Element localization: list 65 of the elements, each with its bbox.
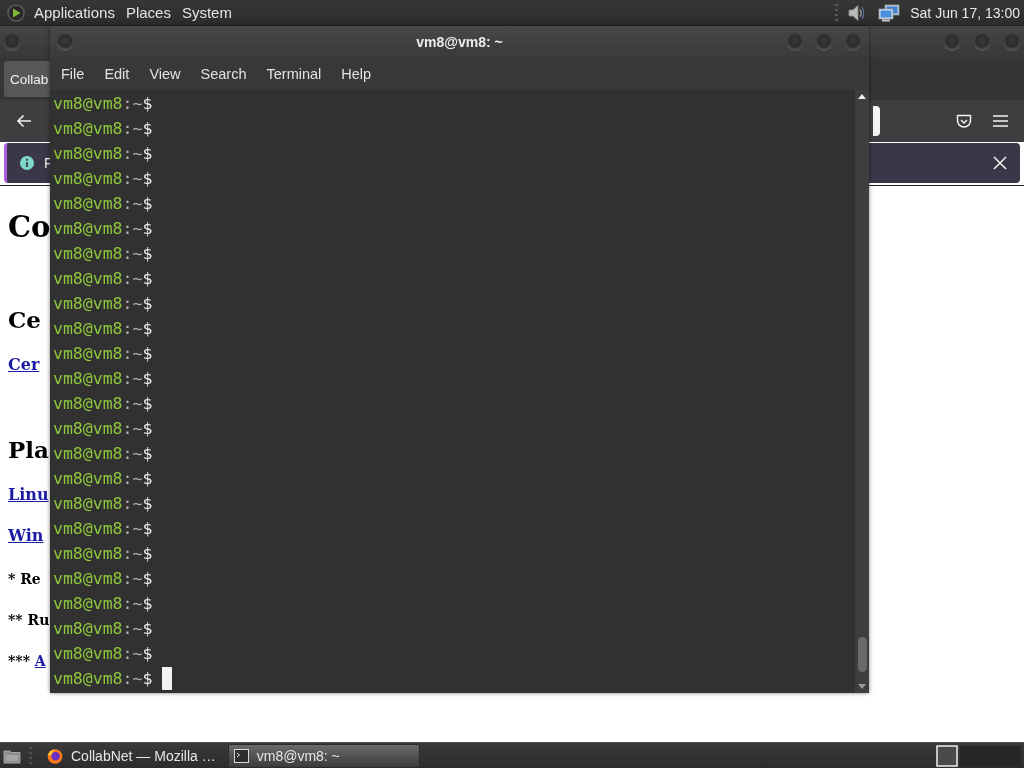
terminal-line: vm8@vm8:~$ xyxy=(53,518,153,540)
address-field[interactable] xyxy=(873,106,880,136)
taskbar-button[interactable]: vm8@vm8: ~ xyxy=(227,743,420,768)
footnote-link[interactable]: A xyxy=(34,653,46,669)
workspace-pager[interactable] xyxy=(936,744,1022,767)
triangle-logo-icon[interactable] xyxy=(7,3,25,22)
terminal-line: vm8@vm8:~$ xyxy=(53,543,153,565)
menu-item[interactable]: Terminal xyxy=(256,60,332,88)
window-title: vm8@vm8: ~ xyxy=(416,34,503,50)
terminal-line: vm8@vm8:~$ xyxy=(53,643,153,665)
scrollbar[interactable] xyxy=(855,90,869,693)
page-link[interactable]: Win xyxy=(8,524,44,548)
section-heading: Ce xyxy=(8,305,41,335)
back-arrow-icon xyxy=(16,114,32,128)
close-icon xyxy=(993,156,1007,170)
menu-item[interactable]: Help xyxy=(331,60,382,88)
scrollbar-thumb[interactable] xyxy=(857,637,867,672)
menu-item[interactable]: Edit xyxy=(94,60,140,88)
terminal-line: vm8@vm8:~$ xyxy=(53,418,153,440)
page-link[interactable]: Linu xyxy=(8,483,49,507)
terminal-line: vm8@vm8:~$ xyxy=(53,443,153,465)
clock[interactable]: Sat Jun 17, 13:00 xyxy=(910,4,1020,21)
terminal-line: vm8@vm8:~$ xyxy=(53,668,153,690)
terminal-line: vm8@vm8:~$ xyxy=(53,393,153,415)
info-icon xyxy=(20,156,34,170)
taskbar-button[interactable]: CollabNet — Mozilla … xyxy=(42,743,222,768)
page-link[interactable]: Cer xyxy=(8,353,40,377)
page-heading: Co xyxy=(8,209,51,246)
footnote-text: *** A xyxy=(8,652,46,671)
terminal-line: vm8@vm8:~$ xyxy=(53,593,153,615)
terminal-line: vm8@vm8:~$ xyxy=(53,143,153,165)
terminal-icon xyxy=(233,748,249,763)
terminal-line: vm8@vm8:~$ xyxy=(53,268,153,290)
network-icon[interactable] xyxy=(878,3,901,22)
terminal-line: vm8@vm8:~$ xyxy=(53,568,153,590)
terminal-line: vm8@vm8:~$ xyxy=(53,218,153,240)
terminal-line: vm8@vm8:~$ xyxy=(53,118,153,140)
desktop-icon xyxy=(3,747,21,764)
drag-handle-icon xyxy=(835,3,839,22)
panel-menu[interactable]: Places xyxy=(120,0,177,25)
terminal-line: vm8@vm8:~$ xyxy=(53,193,153,215)
menu-item[interactable]: View xyxy=(139,60,191,88)
section-heading: Pla xyxy=(8,435,49,465)
menu-icon xyxy=(992,115,1008,127)
terminal-line: vm8@vm8:~$ xyxy=(53,618,153,640)
terminal-line: vm8@vm8:~$ xyxy=(53,343,153,365)
terminal-line: vm8@vm8:~$ xyxy=(53,468,153,490)
footnote-text: * Re xyxy=(8,570,41,589)
menu-item[interactable]: File xyxy=(51,60,95,88)
terminal-line: vm8@vm8:~$ xyxy=(53,318,153,340)
panel-menu[interactable]: System xyxy=(176,0,238,25)
scroll-down-icon[interactable] xyxy=(858,684,866,689)
terminal-line: vm8@vm8:~$ xyxy=(53,493,153,515)
flame-globe-icon xyxy=(47,747,63,764)
footnote-text: ** Ru xyxy=(8,611,50,630)
chevron-shield-icon xyxy=(956,113,972,129)
speaker-icon[interactable] xyxy=(848,3,865,22)
browser-tab[interactable]: Collab xyxy=(4,61,50,97)
panel-menu[interactable]: Applications xyxy=(29,0,121,25)
terminal-line: vm8@vm8:~$ xyxy=(53,93,153,115)
menu-item[interactable]: Search xyxy=(190,60,257,88)
terminal-line: vm8@vm8:~$ xyxy=(53,293,153,315)
terminal-line: vm8@vm8:~$ xyxy=(53,368,153,390)
terminal-line: vm8@vm8:~$ xyxy=(53,243,153,265)
terminal-line: vm8@vm8:~$ xyxy=(53,168,153,190)
